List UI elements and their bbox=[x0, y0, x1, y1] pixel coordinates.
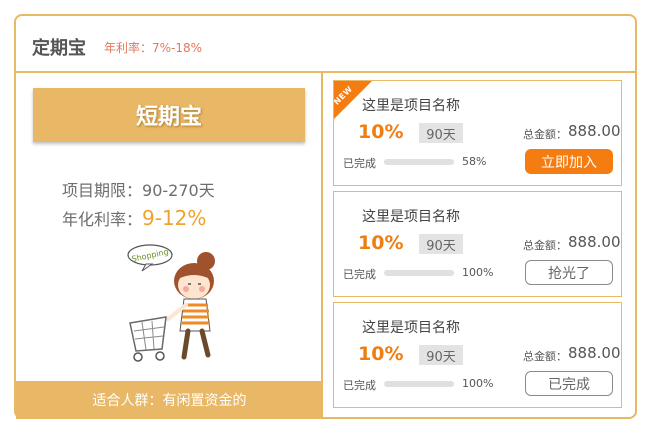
annualized-rate-value: 9-12% bbox=[142, 206, 207, 230]
panel-header: 定期宝 年利率：7%-18% bbox=[16, 16, 635, 73]
panel-title: 定期宝 bbox=[32, 38, 86, 59]
product-panel: 定期宝 年利率：7%-18% 短期宝 项目期限：90-270天 年化利率：9-1… bbox=[14, 14, 637, 419]
progress-percent: 58% bbox=[462, 155, 487, 168]
project-card: 这里是项目名称 10% 90天 总金额： 888.00 已完成 100% 抢光了 bbox=[333, 191, 622, 297]
target-audience-bar: 适合人群：有闲置资金的 bbox=[16, 381, 323, 419]
completed-label: 已完成 bbox=[343, 268, 376, 281]
progress-bar bbox=[384, 381, 454, 387]
project-days: 90天 bbox=[419, 345, 463, 365]
term-line: 项目期限：90-270天 bbox=[62, 177, 215, 201]
total-amount-label: 总金额： bbox=[523, 239, 567, 252]
completed-button[interactable]: 已完成 bbox=[525, 371, 613, 396]
total-amount-value: 888.00 bbox=[568, 122, 621, 140]
shopping-girl-illustration: Shopping bbox=[127, 244, 215, 362]
annualized-rate-label: 年化利率： bbox=[62, 210, 143, 229]
annual-rate-label: 年利率：7%-18% bbox=[104, 41, 203, 55]
project-days: 90天 bbox=[419, 123, 463, 143]
progress-bar bbox=[384, 159, 454, 165]
total-amount-label: 总金额： bbox=[523, 350, 567, 363]
progress-percent: 100% bbox=[462, 266, 494, 279]
annualized-rate-line: 年化利率：9-12% bbox=[62, 206, 206, 230]
total-amount-label: 总金额： bbox=[523, 128, 567, 141]
project-name[interactable]: 这里是项目名称 bbox=[362, 317, 460, 337]
term-label: 项目期限： bbox=[62, 181, 143, 200]
project-name[interactable]: 这里是项目名称 bbox=[362, 206, 460, 226]
progress-percent: 100% bbox=[462, 377, 494, 390]
project-card: 这里是项目名称 10% 90天 总金额： 888.00 已完成 100% 已完成 bbox=[333, 302, 622, 408]
total-amount-value: 888.00 bbox=[568, 233, 621, 251]
total-amount-value: 888.00 bbox=[568, 344, 621, 362]
project-rate: 10% bbox=[358, 232, 404, 254]
completed-label: 已完成 bbox=[343, 379, 376, 392]
sold-out-button[interactable]: 抢光了 bbox=[525, 260, 613, 285]
project-rate: 10% bbox=[358, 343, 404, 365]
product-banner[interactable]: 短期宝 bbox=[33, 88, 305, 142]
project-card: NEW 这里是项目名称 10% 90天 总金额： 888.00 已完成 58% … bbox=[333, 80, 622, 186]
term-value: 90-270天 bbox=[142, 181, 215, 200]
project-days: 90天 bbox=[419, 234, 463, 254]
project-name[interactable]: 这里是项目名称 bbox=[362, 95, 460, 115]
project-rate: 10% bbox=[358, 121, 404, 143]
completed-label: 已完成 bbox=[343, 157, 376, 170]
product-summary: 短期宝 项目期限：90-270天 年化利率：9-12% Shopping 适合人… bbox=[16, 73, 323, 419]
join-now-button[interactable]: 立即加入 bbox=[525, 149, 613, 174]
progress-bar bbox=[384, 270, 454, 276]
